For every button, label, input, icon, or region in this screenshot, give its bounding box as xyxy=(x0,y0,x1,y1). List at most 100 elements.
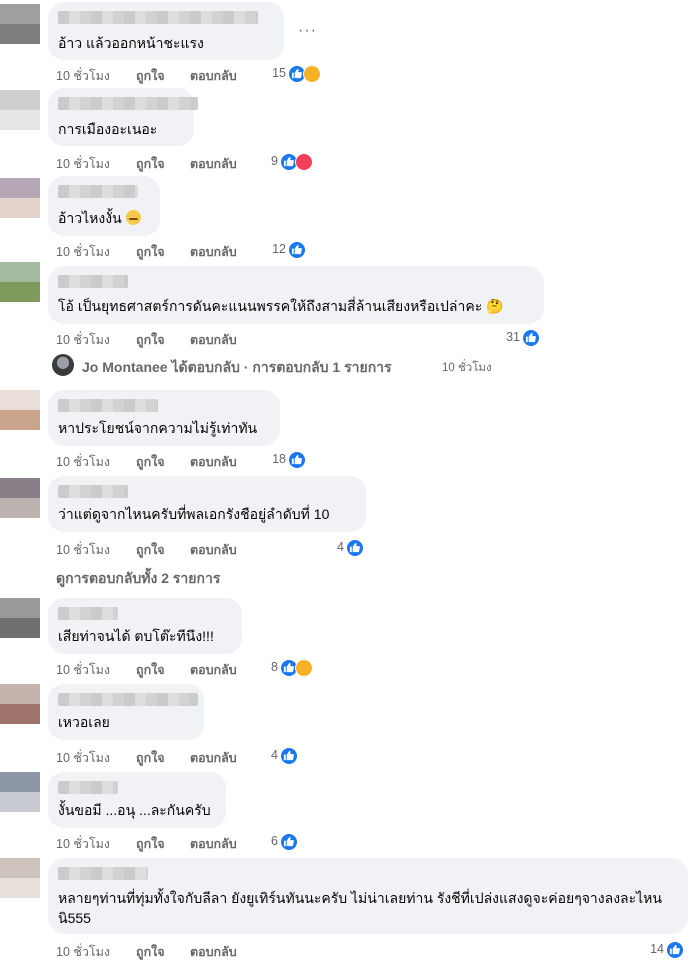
like-reaction-icon xyxy=(522,329,540,347)
like-reaction-icon xyxy=(288,451,306,469)
reaction-count: 4 xyxy=(271,748,278,762)
like-button[interactable]: ถูกใจ xyxy=(136,154,165,174)
author-name-blurred[interactable] xyxy=(58,485,128,498)
like-button[interactable]: ถูกใจ xyxy=(136,540,165,560)
comment-text-content: อ้าวไหงงั้น xyxy=(58,210,122,226)
comment-bubble: หลายๆท่านที่ทุ่มทั้งใจกับลีลา ยังยูเทิร์… xyxy=(48,858,688,934)
like-reaction-icon xyxy=(288,241,306,259)
reaction-summary[interactable]: 6 xyxy=(271,833,300,851)
comment-text: เหวอเลย xyxy=(58,714,110,730)
reaction-summary[interactable]: 9 xyxy=(271,153,316,171)
like-button[interactable]: ถูกใจ xyxy=(136,242,165,262)
comment-bubble: หาประโยชน์จากความไม่รู้เท่าทัน xyxy=(48,390,280,446)
comment-time[interactable]: 10 ชั่วโมง xyxy=(56,834,110,854)
like-reaction-icon xyxy=(666,941,684,959)
like-button[interactable]: ถูกใจ xyxy=(136,834,165,854)
reaction-summary[interactable]: 12 xyxy=(272,241,308,259)
like-button[interactable]: ถูกใจ xyxy=(136,942,165,962)
avatar[interactable] xyxy=(0,858,40,898)
reaction-summary[interactable]: 4 xyxy=(337,539,366,557)
reply-button[interactable]: ตอบกลับ xyxy=(190,242,237,262)
comment-bubble: การเมืองอะเนอะ xyxy=(48,88,198,146)
more-options-icon[interactable]: ··· xyxy=(298,22,317,40)
comment-time[interactable]: 10 ชั่วโมง xyxy=(56,330,110,350)
reaction-count: 9 xyxy=(271,154,278,168)
reaction-summary[interactable]: 31 xyxy=(506,329,542,347)
haha-reaction-icon xyxy=(295,659,313,677)
like-button[interactable]: ถูกใจ xyxy=(136,452,165,472)
avatar[interactable] xyxy=(0,684,40,724)
comment-bubble: โอ้ เป็นยุทธศาสตร์การดันคะแนนพรรคให้ถึงส… xyxy=(48,266,544,324)
view-all-replies-link[interactable]: ดูการตอบกลับทั้ง 2 รายการ xyxy=(56,568,220,590)
reaction-summary[interactable]: 14 xyxy=(650,941,686,959)
author-name-blurred[interactable] xyxy=(58,97,198,110)
reaction-summary[interactable]: 15 xyxy=(272,65,324,83)
avatar[interactable] xyxy=(0,390,40,430)
comment-text: หลายๆท่านที่ทุ่มทั้งใจกับลีลา ยังยูเทิร์… xyxy=(58,890,662,926)
author-name-blurred[interactable] xyxy=(58,275,128,288)
comment-text: เสียท่าจนได้ ตบโต๊ะทีนึง!!! xyxy=(58,628,214,644)
author-name-blurred[interactable] xyxy=(58,781,118,794)
author-name-blurred[interactable] xyxy=(58,607,118,620)
love-reaction-icon xyxy=(295,153,313,171)
like-button[interactable]: ถูกใจ xyxy=(136,748,165,768)
comment-time[interactable]: 10 ชั่วโมง xyxy=(56,154,110,174)
like-reaction-icon xyxy=(346,539,364,557)
author-name-blurred[interactable] xyxy=(58,867,148,880)
avatar[interactable] xyxy=(0,178,40,218)
avatar[interactable] xyxy=(0,598,40,638)
avatar[interactable] xyxy=(0,478,40,518)
reply-button[interactable]: ตอบกลับ xyxy=(190,660,237,680)
comment-time[interactable]: 10 ชั่วโมง xyxy=(56,452,110,472)
reaction-count: 12 xyxy=(272,242,286,256)
reaction-count: 4 xyxy=(337,540,344,554)
comment-time[interactable]: 10 ชั่วโมง xyxy=(56,660,110,680)
comment-text: โอ้ เป็นยุทธศาสตร์การดันคะแนนพรรคให้ถึงส… xyxy=(58,298,504,314)
comment-text: การเมืองอะเนอะ xyxy=(58,121,158,137)
comment-time[interactable]: 10 ชั่วโมง xyxy=(56,540,110,560)
reply-button[interactable]: ตอบกลับ xyxy=(190,66,237,86)
reply-button[interactable]: ตอบกลับ xyxy=(190,834,237,854)
reaction-count: 6 xyxy=(271,834,278,848)
comment-bubble: อ้าวไหงงั้น xyxy=(48,176,160,236)
like-button[interactable]: ถูกใจ xyxy=(136,330,165,350)
like-reaction-icon xyxy=(280,833,298,851)
avatar[interactable] xyxy=(0,262,40,302)
reply-summary-time: 10 ชั่วโมง xyxy=(442,362,492,374)
reaction-summary[interactable]: 8 xyxy=(271,659,316,677)
comment-time[interactable]: 10 ชั่วโมง xyxy=(56,66,110,86)
reaction-count: 15 xyxy=(272,66,286,80)
reply-button[interactable]: ตอบกลับ xyxy=(190,540,237,560)
avatar[interactable] xyxy=(0,4,40,44)
comment-bubble: เหวอเลย xyxy=(48,684,204,740)
avatar[interactable] xyxy=(0,90,40,130)
reply-button[interactable]: ตอบกลับ xyxy=(190,748,237,768)
reaction-count: 31 xyxy=(506,330,520,344)
avatar[interactable] xyxy=(0,772,40,812)
comment-time[interactable]: 10 ชั่วโมง xyxy=(56,748,110,768)
reaction-count: 14 xyxy=(650,942,664,956)
comment-bubble: งั้นขอมี ...อนุ ...ละกันครับ xyxy=(48,772,226,828)
reply-button[interactable]: ตอบกลับ xyxy=(190,452,237,472)
reply-button[interactable]: ตอบกลับ xyxy=(190,154,237,174)
comment-time[interactable]: 10 ชั่วโมง xyxy=(56,242,110,262)
comment-text: อ้าว แล้วออกหน้าชะแรง xyxy=(58,35,204,51)
reaction-summary[interactable]: 4 xyxy=(271,747,300,765)
comment-bubble: เสียท่าจนได้ ตบโต๊ะทีนึง!!! xyxy=(48,598,242,654)
author-name-blurred[interactable] xyxy=(58,693,198,706)
author-name-blurred[interactable] xyxy=(58,399,158,412)
reply-button[interactable]: ตอบกลับ xyxy=(190,330,237,350)
comment-time[interactable]: 10 ชั่วโมง xyxy=(56,942,110,962)
reply-button[interactable]: ตอบกลับ xyxy=(190,942,237,962)
reaction-count: 18 xyxy=(272,452,286,466)
reaction-count: 8 xyxy=(271,660,278,674)
reply-summary-text[interactable]: Jo Montanee ได้ตอบกลับ · การตอบกลับ 1 รา… xyxy=(82,357,392,379)
reaction-summary[interactable]: 18 xyxy=(272,451,308,469)
author-name-blurred[interactable] xyxy=(58,11,258,24)
like-button[interactable]: ถูกใจ xyxy=(136,66,165,86)
author-name-blurred[interactable] xyxy=(58,185,138,198)
comment-text: อ้าวไหงงั้น xyxy=(58,208,141,228)
like-button[interactable]: ถูกใจ xyxy=(136,660,165,680)
comment-text: หาประโยชน์จากความไม่รู้เท่าทัน xyxy=(58,420,258,436)
reply-author-avatar xyxy=(52,354,74,376)
